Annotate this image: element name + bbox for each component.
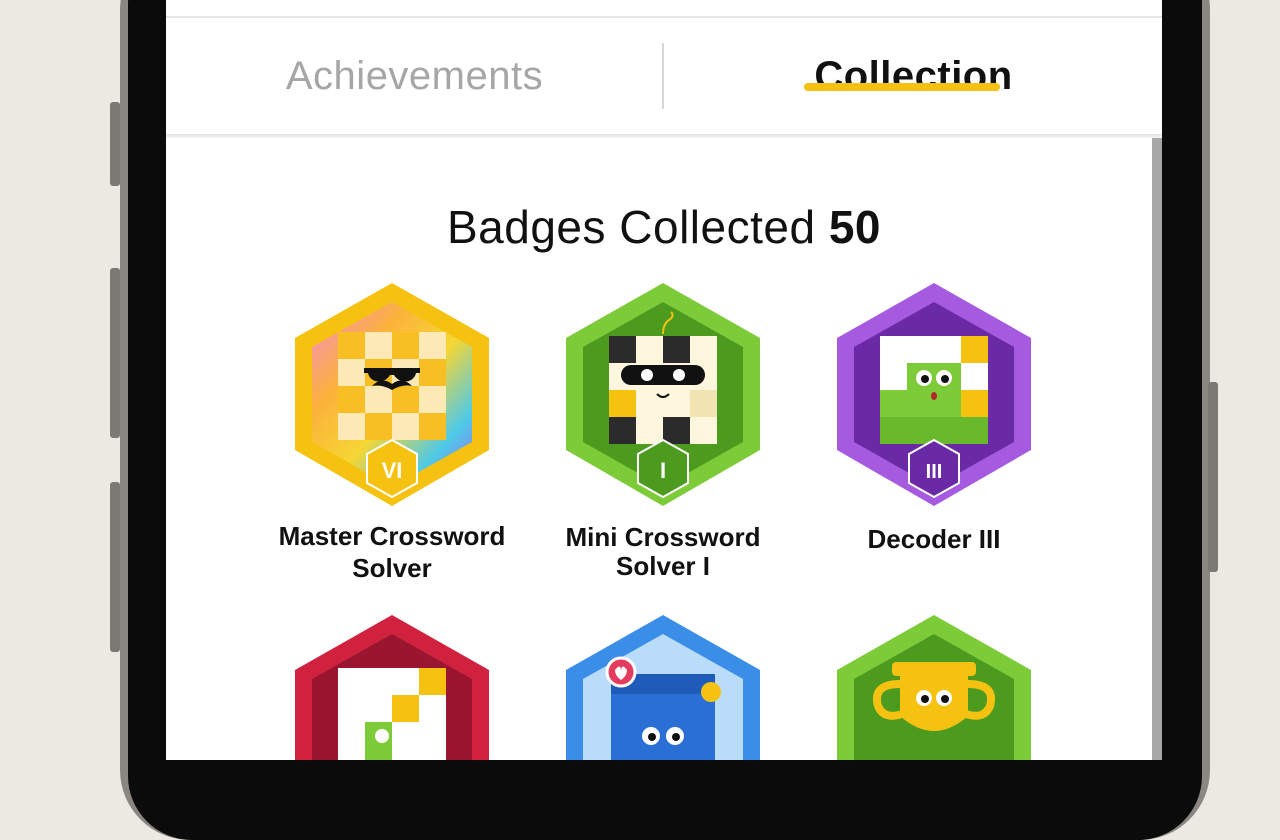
badge-master-crossword-solver[interactable]: VI (292, 280, 492, 510)
badge-count: 50 (828, 201, 882, 253)
trophy-badge-icon (837, 615, 1031, 760)
app-screen: Achievements Collection Badges Collected… (166, 0, 1162, 760)
tab-collection[interactable]: Collection (665, 18, 1162, 134)
red-badge-icon (295, 615, 489, 760)
active-tab-indicator (804, 83, 1000, 91)
master-crossword-badge-icon: VI (295, 283, 489, 506)
tab-bar: Achievements Collection (166, 18, 1162, 134)
title-prefix: Badges Collected (446, 201, 816, 253)
badge-decoder-iii[interactable]: III (834, 280, 1034, 510)
side-button-silent (110, 102, 120, 186)
badge-label-line2: Solver I (616, 551, 710, 581)
side-button-volume-up (110, 268, 120, 438)
badge-level-iii: III (926, 461, 943, 483)
badge-blue[interactable] (563, 612, 763, 760)
side-button-volume-down (110, 482, 120, 652)
badge-red[interactable] (292, 612, 492, 760)
side-button-power (1208, 382, 1218, 572)
tab-achievements[interactable]: Achievements (166, 18, 663, 134)
badge-level-i: I (660, 458, 666, 483)
badge-label-line1: Decoder III (867, 524, 1001, 554)
badge-mini-crossword-solver[interactable]: I (563, 280, 763, 510)
scrollbar[interactable] (1152, 138, 1162, 760)
top-bar (166, 0, 1162, 18)
badge-label-decoder-iii: Decoder III (774, 523, 1094, 555)
badge-level-vi: VI (382, 458, 403, 483)
decoder-badge-icon: III (837, 283, 1031, 506)
badge-trophy[interactable] (834, 612, 1034, 760)
tab-divider (662, 43, 664, 109)
mini-crossword-badge-icon: I (566, 283, 760, 506)
blue-badge-icon (566, 615, 760, 760)
page-title: Badges Collected 50 (166, 200, 1162, 254)
